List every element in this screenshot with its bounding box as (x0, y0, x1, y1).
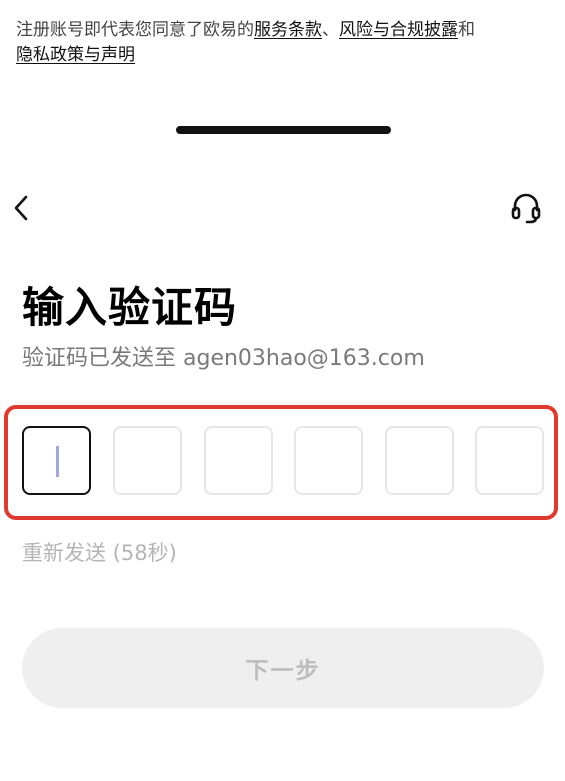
chevron-left-icon (14, 195, 28, 221)
code-digit-5[interactable] (385, 426, 454, 495)
terms-notice: 注册账号即代表您同意了欧易的服务条款、风险与合规披露和隐私政策与声明 (16, 18, 551, 68)
customer-support-button[interactable] (510, 191, 542, 225)
code-digit-2[interactable] (113, 426, 182, 495)
code-digit-4[interactable] (294, 426, 363, 495)
terms-prefix: 注册账号即代表您同意了欧易的 (16, 20, 254, 40)
privacy-policy-link[interactable]: 隐私政策与声明 (16, 45, 135, 65)
page-title: 输入验证码 (22, 283, 238, 332)
terms-of-service-link[interactable]: 服务条款 (254, 20, 322, 40)
terms-joiner: 和 (458, 20, 475, 40)
code-sent-notice: 验证码已发送至 agen03hao@163.com (22, 346, 425, 371)
home-indicator (176, 126, 391, 134)
code-digit-1[interactable] (22, 426, 91, 495)
code-digit-3[interactable] (204, 426, 273, 495)
next-button[interactable]: 下一步 (22, 628, 544, 708)
code-digit-6[interactable] (475, 426, 544, 495)
headset-icon (511, 193, 541, 224)
resend-code-link[interactable]: 重新发送 (58秒) (22, 538, 177, 568)
text-cursor (56, 446, 59, 477)
back-button[interactable] (8, 192, 36, 224)
terms-separator: 、 (322, 20, 339, 40)
risk-disclosure-link[interactable]: 风险与合规披露 (339, 20, 458, 40)
